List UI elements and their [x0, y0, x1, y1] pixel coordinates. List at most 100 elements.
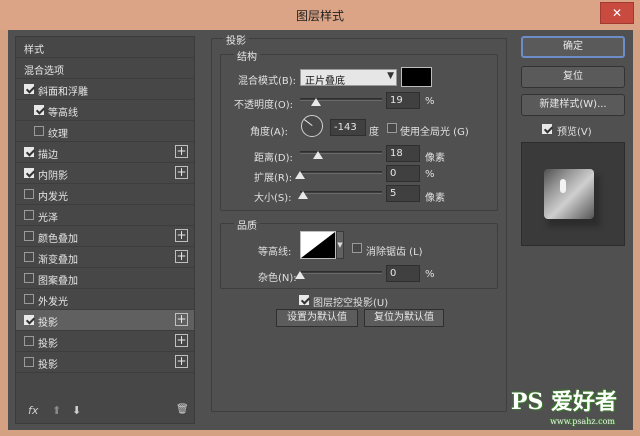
- style-list-item[interactable]: 混合选项: [16, 58, 194, 79]
- layer-knocks-out-checkbox[interactable]: [299, 295, 309, 305]
- contour-label: 等高线:: [258, 247, 292, 258]
- size-slider-thumb[interactable]: [298, 191, 308, 199]
- add-style-instance-icon[interactable]: +: [175, 355, 188, 368]
- layer-knocks-out-label: 图层挖空投影(U): [313, 298, 389, 309]
- opacity-input[interactable]: 19: [386, 92, 420, 109]
- add-style-instance-icon[interactable]: +: [175, 145, 188, 158]
- size-slider-track[interactable]: [300, 191, 382, 194]
- style-list-item-label: 混合选项: [24, 66, 64, 77]
- preview-checkbox[interactable]: [542, 124, 552, 134]
- style-list-item-label: 外发光: [38, 297, 68, 308]
- trash-icon[interactable]: 🗑: [176, 404, 189, 415]
- reset-default-button[interactable]: 复位为默认值: [364, 309, 444, 327]
- style-list-item[interactable]: 投影 +: [16, 352, 194, 373]
- shadow-color-swatch[interactable]: [401, 67, 432, 87]
- contour-picker[interactable]: [300, 231, 336, 259]
- watermark-logo: PS 爱好者: [510, 389, 617, 415]
- new-style-button[interactable]: 新建样式(W)...: [521, 94, 625, 116]
- style-list-item[interactable]: 样式: [16, 37, 194, 58]
- chevron-down-icon: ▼: [387, 71, 394, 81]
- style-list-item-label: 图案叠加: [38, 276, 78, 287]
- style-enable-checkbox[interactable]: [24, 147, 34, 157]
- blend-mode-value: 正片叠底: [305, 76, 345, 87]
- make-default-button[interactable]: 设置为默认值: [276, 309, 358, 327]
- style-enable-checkbox[interactable]: [24, 357, 34, 367]
- spread-slider-track[interactable]: [300, 171, 382, 174]
- move-down-icon[interactable]: ⬇: [72, 404, 81, 417]
- contour-curve-icon: [301, 232, 335, 258]
- blend-mode-label: 混合模式(B):: [238, 76, 297, 87]
- style-enable-checkbox[interactable]: [34, 105, 44, 115]
- style-enable-checkbox[interactable]: [34, 126, 44, 136]
- style-list-item[interactable]: 投影 +: [16, 310, 194, 331]
- style-list-item-label: 颜色叠加: [38, 234, 78, 245]
- style-list-item[interactable]: 图案叠加: [16, 268, 194, 289]
- fx-icon[interactable]: fx: [28, 404, 38, 417]
- style-list-item[interactable]: 等高线: [16, 100, 194, 121]
- style-list-item-label: 内发光: [38, 192, 68, 203]
- style-list-item-label: 光泽: [38, 213, 58, 224]
- distance-slider-thumb[interactable]: [313, 151, 323, 159]
- style-enable-checkbox[interactable]: [24, 210, 34, 220]
- angle-unit: 度: [369, 127, 379, 138]
- style-list-item[interactable]: 斜面和浮雕: [16, 79, 194, 100]
- style-list-item[interactable]: 投影 +: [16, 331, 194, 352]
- size-input[interactable]: 5: [386, 185, 420, 202]
- style-enable-checkbox[interactable]: [24, 168, 34, 178]
- add-style-instance-icon[interactable]: +: [175, 250, 188, 263]
- ok-button[interactable]: 确定: [521, 36, 625, 58]
- style-list-item[interactable]: 光泽: [16, 205, 194, 226]
- style-enable-checkbox[interactable]: [24, 252, 34, 262]
- styles-list-footer: fx ⬆ ⬇ 🗑: [16, 399, 194, 423]
- style-list-item[interactable]: 纹理: [16, 121, 194, 142]
- style-list-item[interactable]: 描边 +: [16, 142, 194, 163]
- style-list-item[interactable]: 颜色叠加 +: [16, 226, 194, 247]
- opacity-unit: %: [425, 96, 435, 107]
- noise-unit: %: [425, 269, 435, 280]
- style-enable-checkbox[interactable]: [24, 336, 34, 346]
- angle-dial[interactable]: [301, 115, 323, 137]
- spread-label: 扩展(R):: [254, 173, 293, 184]
- distance-label: 距离(D):: [254, 153, 293, 164]
- close-button[interactable]: ✕: [600, 2, 634, 24]
- style-list-item-label: 描边: [38, 150, 58, 161]
- preview-label: 预览(V): [557, 127, 592, 138]
- style-enable-checkbox[interactable]: [24, 231, 34, 241]
- style-list-item-label: 投影: [38, 360, 58, 371]
- style-enable-checkbox[interactable]: [24, 315, 34, 325]
- style-list-item-label: 等高线: [48, 108, 78, 119]
- add-style-instance-icon[interactable]: +: [175, 166, 188, 179]
- distance-input[interactable]: 18: [386, 145, 420, 162]
- style-enable-checkbox[interactable]: [24, 294, 34, 304]
- style-list-item-label: 斜面和浮雕: [38, 87, 88, 98]
- use-global-light-label: 使用全局光 (G): [400, 127, 469, 138]
- style-enable-checkbox[interactable]: [24, 189, 34, 199]
- style-list-item-label: 投影: [38, 339, 58, 350]
- contour-dropdown-arrow[interactable]: ▼: [336, 231, 344, 259]
- add-style-instance-icon[interactable]: +: [175, 229, 188, 242]
- style-list-item[interactable]: 内发光: [16, 184, 194, 205]
- spread-slider-thumb[interactable]: [295, 171, 305, 179]
- style-enable-checkbox[interactable]: [24, 84, 34, 94]
- style-list-item[interactable]: 外发光: [16, 289, 194, 310]
- anti-aliased-checkbox[interactable]: [352, 243, 362, 253]
- add-style-instance-icon[interactable]: +: [175, 313, 188, 326]
- quality-title: 品质: [234, 217, 260, 232]
- noise-input[interactable]: 0: [386, 265, 420, 282]
- style-enable-checkbox[interactable]: [24, 273, 34, 283]
- opacity-slider-thumb[interactable]: [310, 98, 321, 106]
- angle-dial-hand: [304, 119, 313, 126]
- noise-slider-track[interactable]: [300, 271, 382, 274]
- noise-slider-thumb[interactable]: [295, 271, 305, 279]
- style-list-item[interactable]: 内阴影 +: [16, 163, 194, 184]
- blend-mode-select[interactable]: 正片叠底 ▼: [300, 69, 397, 87]
- style-list-item[interactable]: 渐变叠加 +: [16, 247, 194, 268]
- spread-input[interactable]: 0: [386, 165, 420, 182]
- reset-button[interactable]: 复位: [521, 66, 625, 88]
- add-style-instance-icon[interactable]: +: [175, 334, 188, 347]
- move-up-icon[interactable]: ⬆: [52, 404, 61, 417]
- preview-thumbnail: [544, 169, 594, 219]
- angle-input[interactable]: -143: [330, 119, 366, 136]
- style-list-item-label: 样式: [24, 45, 44, 56]
- use-global-light-checkbox[interactable]: [387, 123, 397, 133]
